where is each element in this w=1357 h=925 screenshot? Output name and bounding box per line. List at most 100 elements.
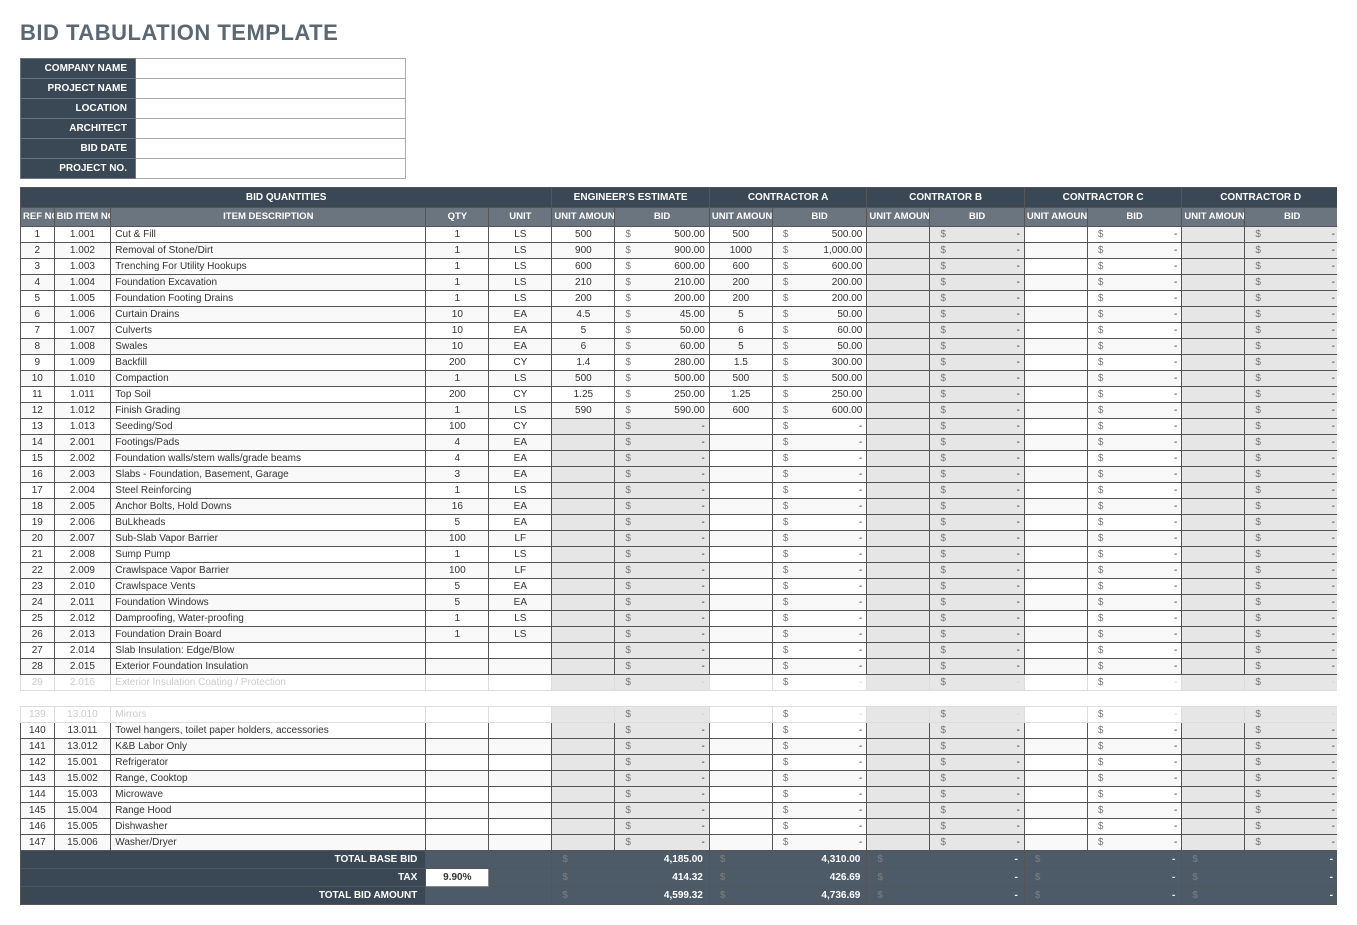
bno-cell: 15.006	[54, 835, 111, 851]
bid-cell: $-	[1087, 819, 1182, 835]
bid-cell: $-	[1087, 627, 1182, 643]
meta-value[interactable]	[136, 99, 406, 119]
qty-cell	[426, 787, 489, 803]
table-row: 14515.004Range Hood$-$-$-$-$-	[21, 803, 1338, 819]
unit-amount-cell	[1024, 755, 1087, 771]
totals-b: $-	[867, 869, 1025, 887]
bid-cell: $-	[772, 451, 867, 467]
unit-amount-cell	[552, 723, 615, 739]
unit-amount-cell	[867, 451, 930, 467]
hdr-d-ua: UNIT AMOUNT	[1182, 208, 1245, 227]
bid-cell: $-	[930, 531, 1025, 547]
bid-cell: $-	[1087, 419, 1182, 435]
bid-cell: $-	[930, 355, 1025, 371]
unit-amount-cell	[867, 467, 930, 483]
bid-cell: $-	[615, 803, 710, 819]
bid-cell: $-	[1245, 323, 1337, 339]
unit-amount-cell	[1182, 755, 1245, 771]
bid-cell: $250.00	[772, 387, 867, 403]
hdr-b-ua: UNIT AMOUNT	[867, 208, 930, 227]
unit-amount-cell	[552, 787, 615, 803]
bid-cell: $-	[930, 659, 1025, 675]
unit-cell: EA	[489, 435, 552, 451]
meta-value[interactable]	[136, 59, 406, 79]
hdr-qty: QTY	[426, 208, 489, 227]
bid-cell: $-	[1087, 771, 1182, 787]
ref-cell: 18	[21, 499, 55, 515]
bno-cell: 2.010	[54, 579, 111, 595]
unit-amount-cell	[552, 563, 615, 579]
totals-label: TOTAL BID AMOUNT	[21, 887, 426, 905]
table-row: 232.010Crawlspace Vents5EA$-$-$-$-$-	[21, 579, 1338, 595]
unit-cell	[489, 739, 552, 755]
unit-amount-cell	[867, 643, 930, 659]
bid-cell: $-	[1087, 451, 1182, 467]
bid-cell: $-	[772, 419, 867, 435]
bid-cell: $50.00	[772, 307, 867, 323]
desc-cell: Foundation walls/stem walls/grade beams	[111, 451, 426, 467]
bid-cell: $-	[1087, 659, 1182, 675]
unit-amount-cell: 1.25	[709, 387, 772, 403]
unit-amount-cell: 5	[709, 339, 772, 355]
bid-cell: $590.00	[615, 403, 710, 419]
meta-value[interactable]	[136, 119, 406, 139]
bid-cell: $500.00	[772, 371, 867, 387]
bid-cell: $-	[1245, 755, 1337, 771]
ref-cell: 7	[21, 323, 55, 339]
unit-amount-cell	[552, 515, 615, 531]
bid-cell: $-	[1245, 819, 1337, 835]
totals-d: $-	[1182, 851, 1337, 869]
unit-cell: LS	[489, 227, 552, 243]
desc-cell: Slab Insulation: Edge/Blow	[111, 643, 426, 659]
qty-cell: 1	[426, 403, 489, 419]
unit-amount-cell	[867, 275, 930, 291]
unit-amount-cell	[709, 467, 772, 483]
hdr-ref-no: REF NO.	[21, 208, 55, 227]
unit-amount-cell	[709, 835, 772, 851]
bid-cell: $-	[772, 563, 867, 579]
totals-eng: $4,599.32	[552, 887, 710, 905]
bno-cell: 2.013	[54, 627, 111, 643]
ref-cell: 28	[21, 659, 55, 675]
unit-amount-cell: 4.5	[552, 307, 615, 323]
table-row: 272.014Slab Insulation: Edge/Blow$-$-$-$…	[21, 643, 1338, 659]
bid-cell: $-	[1245, 547, 1337, 563]
table-row: 202.007Sub-Slab Vapor Barrier100LF$-$-$-…	[21, 531, 1338, 547]
meta-value[interactable]	[136, 159, 406, 179]
unit-amount-cell: 500	[552, 371, 615, 387]
bid-cell: $-	[1245, 275, 1337, 291]
unit-cell: LS	[489, 275, 552, 291]
bid-cell: $-	[1087, 803, 1182, 819]
bid-cell: $-	[1245, 243, 1337, 259]
unit-cell: LS	[489, 403, 552, 419]
unit-amount-cell	[1182, 355, 1245, 371]
bid-cell: $60.00	[615, 339, 710, 355]
unit-amount-cell	[867, 499, 930, 515]
unit-cell: EA	[489, 579, 552, 595]
desc-cell: Range, Cooktop	[111, 771, 426, 787]
qty-cell: 1	[426, 275, 489, 291]
bid-cell: $50.00	[615, 323, 710, 339]
unit-amount-cell	[552, 659, 615, 675]
bid-cell: $-	[615, 435, 710, 451]
meta-value[interactable]	[136, 139, 406, 159]
bid-cell: $-	[1087, 323, 1182, 339]
desc-cell: Exterior Foundation Insulation	[111, 659, 426, 675]
bid-cell: $-	[930, 323, 1025, 339]
bno-cell: 2.003	[54, 467, 111, 483]
unit-cell	[489, 755, 552, 771]
unit-amount-cell: 1.25	[552, 387, 615, 403]
unit-amount-cell	[1182, 499, 1245, 515]
unit-amount-cell	[552, 419, 615, 435]
bid-cell: $-	[1087, 547, 1182, 563]
bid-cell: $-	[615, 739, 710, 755]
meta-value[interactable]	[136, 79, 406, 99]
hdr-contractor-d: CONTRACTOR D	[1182, 188, 1337, 208]
bno-cell: 2.006	[54, 515, 111, 531]
bid-cell: $-	[615, 595, 710, 611]
qty-cell: 1	[426, 371, 489, 387]
bid-cell: $-	[1245, 403, 1337, 419]
bid-cell: $-	[1087, 339, 1182, 355]
unit-amount-cell	[867, 371, 930, 387]
bid-cell: $-	[772, 435, 867, 451]
